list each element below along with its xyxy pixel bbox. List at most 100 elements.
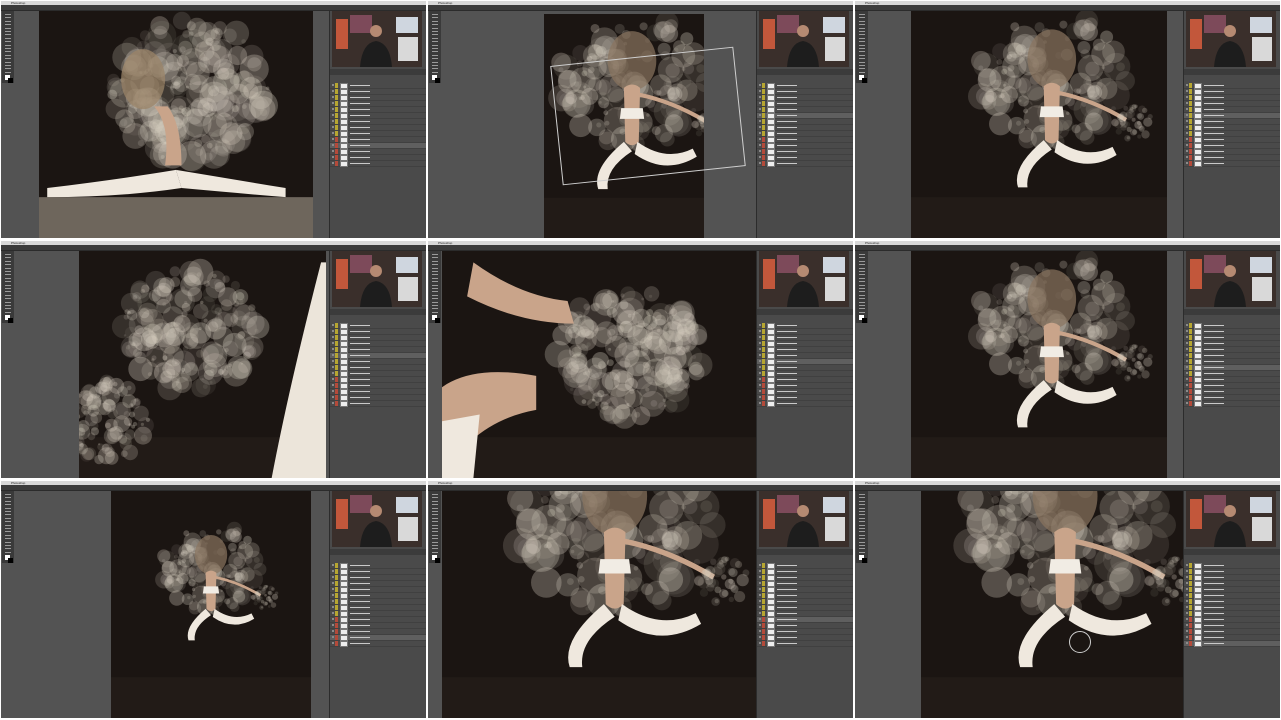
eye-icon[interactable]: [1186, 588, 1188, 590]
eye-icon[interactable]: [759, 150, 761, 152]
tool-icon[interactable]: [432, 524, 438, 526]
eye-icon[interactable]: [1186, 132, 1188, 134]
layer-row[interactable]: [330, 401, 426, 407]
tool-icon[interactable]: [5, 48, 11, 49]
tool-icon[interactable]: [859, 521, 865, 523]
tool-icon[interactable]: [432, 277, 438, 279]
tool-icon[interactable]: [5, 311, 11, 313]
tool-icon[interactable]: [432, 548, 438, 550]
tool-icon[interactable]: [432, 41, 438, 43]
eye-icon[interactable]: [332, 588, 334, 590]
eye-icon[interactable]: [1186, 96, 1188, 98]
layers-panel-header[interactable]: [330, 69, 426, 75]
transform-bounding-box[interactable]: [550, 46, 746, 186]
tool-icon[interactable]: [859, 274, 865, 276]
tool-icon[interactable]: [859, 500, 865, 502]
tool-icon[interactable]: [432, 497, 438, 499]
tool-icon[interactable]: [5, 277, 11, 279]
eye-icon[interactable]: [1186, 384, 1188, 386]
tool-icon[interactable]: [432, 68, 438, 70]
eye-icon[interactable]: [1186, 576, 1188, 578]
eye-icon[interactable]: [332, 354, 334, 356]
tool-icon[interactable]: [432, 48, 438, 49]
tool-icon[interactable]: [432, 311, 438, 313]
video-frame-7[interactable]: Photoshop: [1, 481, 426, 718]
eye-icon[interactable]: [332, 348, 334, 350]
tool-icon[interactable]: [859, 54, 865, 56]
layers-panel-header[interactable]: [757, 69, 853, 75]
tool-icon[interactable]: [5, 281, 11, 283]
eye-icon[interactable]: [1186, 336, 1188, 338]
eye-icon[interactable]: [759, 120, 761, 122]
tool-icon[interactable]: [5, 271, 11, 272]
tool-icon[interactable]: [432, 274, 438, 276]
tool-icon[interactable]: [5, 545, 11, 546]
document-canvas[interactable]: [442, 251, 756, 478]
tool-icon[interactable]: [859, 71, 865, 73]
tool-icon[interactable]: [859, 41, 865, 43]
eye-icon[interactable]: [332, 618, 334, 620]
eye-icon[interactable]: [759, 624, 761, 626]
tool-icon[interactable]: [5, 497, 11, 499]
eye-icon[interactable]: [1186, 636, 1188, 638]
eye-icon[interactable]: [1186, 156, 1188, 158]
layer-row[interactable]: [757, 641, 853, 647]
eye-icon[interactable]: [332, 564, 334, 566]
tool-icon[interactable]: [859, 271, 865, 272]
background-color-swatch[interactable]: [8, 318, 13, 323]
document-canvas[interactable]: [79, 251, 326, 478]
eye-icon[interactable]: [332, 402, 334, 404]
eye-icon[interactable]: [332, 570, 334, 572]
tool-icon[interactable]: [859, 27, 865, 29]
eye-icon[interactable]: [1186, 582, 1188, 584]
tool-icon[interactable]: [432, 504, 438, 506]
tool-icon[interactable]: [432, 284, 438, 286]
tool-icon[interactable]: [859, 298, 865, 300]
eye-icon[interactable]: [1186, 570, 1188, 572]
eye-icon[interactable]: [759, 384, 761, 386]
tool-icon[interactable]: [5, 538, 11, 540]
tool-icon[interactable]: [432, 65, 438, 66]
eye-icon[interactable]: [332, 600, 334, 602]
eye-icon[interactable]: [1186, 360, 1188, 362]
tool-icon[interactable]: [5, 500, 11, 502]
eye-icon[interactable]: [759, 564, 761, 566]
tool-icon[interactable]: [5, 257, 11, 259]
eye-icon[interactable]: [332, 102, 334, 104]
tool-icon[interactable]: [5, 524, 11, 526]
tool-icon[interactable]: [859, 301, 865, 303]
eye-icon[interactable]: [1186, 114, 1188, 116]
tool-icon[interactable]: [432, 500, 438, 502]
tool-icon[interactable]: [859, 44, 865, 46]
tool-icon[interactable]: [859, 514, 865, 516]
eye-icon[interactable]: [759, 126, 761, 128]
eye-icon[interactable]: [759, 366, 761, 368]
eye-icon[interactable]: [332, 144, 334, 146]
tool-icon[interactable]: [432, 301, 438, 303]
tool-icon[interactable]: [5, 58, 11, 60]
eye-icon[interactable]: [759, 360, 761, 362]
eye-icon[interactable]: [332, 636, 334, 638]
background-color-swatch[interactable]: [435, 78, 440, 83]
layers-panel-header[interactable]: [330, 549, 426, 555]
layers-panel-header[interactable]: [330, 309, 426, 315]
eye-icon[interactable]: [759, 402, 761, 404]
eye-icon[interactable]: [332, 330, 334, 332]
eye-icon[interactable]: [1186, 378, 1188, 380]
tool-icon[interactable]: [859, 538, 865, 540]
background-color-swatch[interactable]: [8, 558, 13, 563]
tool-icon[interactable]: [859, 284, 865, 286]
tool-icon[interactable]: [5, 65, 11, 66]
tool-icon[interactable]: [432, 551, 438, 553]
eye-icon[interactable]: [332, 324, 334, 326]
tool-icon[interactable]: [432, 264, 438, 266]
tool-icon[interactable]: [432, 298, 438, 300]
eye-icon[interactable]: [332, 360, 334, 362]
tool-icon[interactable]: [859, 51, 865, 53]
tool-icon[interactable]: [432, 257, 438, 259]
tool-icon[interactable]: [5, 534, 11, 536]
layer-row[interactable]: [1184, 641, 1280, 647]
eye-icon[interactable]: [1186, 612, 1188, 614]
eye-icon[interactable]: [759, 162, 761, 164]
eye-icon[interactable]: [1186, 606, 1188, 608]
